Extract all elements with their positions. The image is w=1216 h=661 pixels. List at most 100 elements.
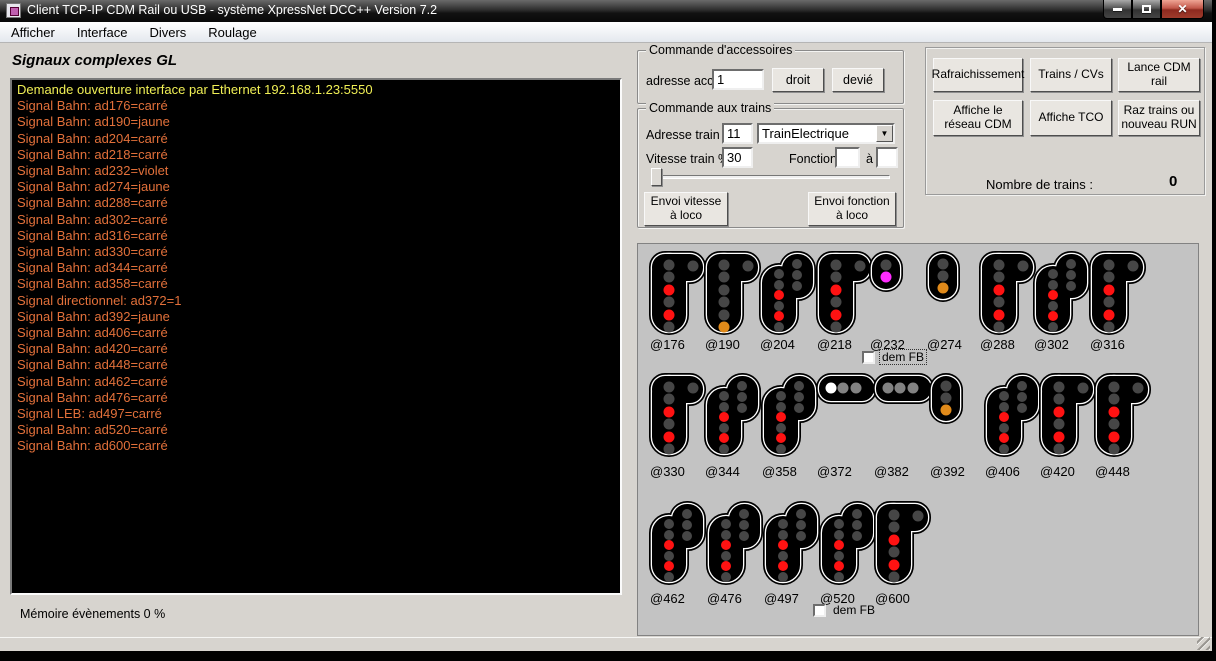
acc-diverge-button[interactable]: devié [832, 68, 884, 92]
console-line: Demande ouverture interface par Ethernet… [17, 82, 615, 98]
status-bar [0, 637, 1212, 651]
console-line: Signal Bahn: ad448=carré [17, 357, 615, 373]
signal-476[interactable] [706, 501, 764, 590]
signal-address-label: @274 [927, 337, 962, 352]
menu-item-roulage[interactable]: Roulage [197, 23, 267, 42]
signal-address-label: @406 [985, 464, 1020, 479]
speed-slider-thumb[interactable] [651, 168, 662, 186]
action-button-affiche-tco[interactable]: Affiche TCO [1030, 100, 1112, 136]
signal-600[interactable] [874, 501, 932, 590]
maximize-button[interactable] [1132, 0, 1161, 19]
signal-address-label: @420 [1040, 464, 1075, 479]
minimize-icon [1113, 8, 1122, 11]
signal-274[interactable] [926, 251, 962, 308]
train-speed-label: Vitesse train % [646, 152, 729, 166]
signal-520[interactable] [819, 501, 877, 590]
action-button-affiche-le-r-seau-cdm[interactable]: Affiche le réseau CDM [933, 100, 1023, 136]
signal-330[interactable] [649, 373, 707, 462]
signal-address-label: @288 [980, 337, 1015, 352]
console-line: Signal Bahn: ad406=carré [17, 325, 615, 341]
console-line: Signal Bahn: ad600=carré [17, 438, 615, 454]
signal-address-label: @600 [875, 591, 910, 606]
train-address-input[interactable] [722, 123, 753, 144]
signal-316[interactable] [1089, 251, 1147, 340]
signal-204[interactable] [759, 251, 817, 340]
signal-358[interactable] [761, 373, 819, 462]
signal-372[interactable] [816, 373, 878, 410]
accessories-group: Commande d'accessoires adresse acc droit… [637, 50, 904, 104]
chevron-down-icon[interactable]: ▼ [876, 125, 893, 142]
signal-address-label: @372 [817, 464, 852, 479]
menu-item-divers[interactable]: Divers [138, 23, 197, 42]
acc-address-input[interactable] [712, 69, 764, 90]
dem-fb-label[interactable]: dem FB [880, 350, 926, 364]
action-button-raz-trains-ou-nouveau-run[interactable]: Raz trains ou nouveau RUN [1118, 100, 1200, 136]
signal-420[interactable] [1039, 373, 1097, 462]
dem-fb-checkbox[interactable] [813, 604, 826, 617]
accessories-group-title: Commande d'accessoires [646, 43, 795, 57]
page-title: Signaux complexes GL [12, 52, 177, 69]
signal-190[interactable] [704, 251, 762, 340]
console-line: Signal Bahn: ad344=carré [17, 260, 615, 276]
console-line: Signal LEB: ad497=carré [17, 406, 615, 422]
signal-address-label: @344 [705, 464, 740, 479]
action-button-lance-cdm-rail[interactable]: Lance CDM rail [1118, 58, 1200, 92]
dem-fb-checkbox-row: dem FB [862, 350, 926, 364]
signal-382[interactable] [873, 373, 935, 410]
signal-address-label: @462 [650, 591, 685, 606]
function-to-input[interactable] [876, 147, 898, 168]
train-address-label: Adresse train : [646, 128, 727, 142]
function-to-label: à [866, 152, 873, 166]
close-button[interactable]: ✕ [1161, 0, 1204, 19]
signal-address-label: @476 [707, 591, 742, 606]
signal-406[interactable] [984, 373, 1042, 462]
send-function-button[interactable]: Envoi fonction à loco [808, 192, 896, 226]
send-speed-button[interactable]: Envoi vitesse à loco [644, 192, 728, 226]
dem-fb-label[interactable]: dem FB [831, 603, 877, 617]
signal-462[interactable] [649, 501, 707, 590]
console-line: Signal Bahn: ad190=jaune [17, 114, 615, 130]
signal-232[interactable] [869, 251, 905, 298]
acc-straight-button[interactable]: droit [772, 68, 824, 92]
console-line: Signal Bahn: ad520=carré [17, 422, 615, 438]
resize-grip-icon[interactable] [1197, 637, 1210, 650]
speed-slider-track[interactable] [653, 175, 890, 179]
signal-address-label: @392 [930, 464, 965, 479]
function-from-input[interactable] [835, 147, 860, 168]
signal-address-label: @302 [1034, 337, 1069, 352]
console-line: Signal Bahn: ad476=carré [17, 390, 615, 406]
caption-buttons: ✕ [1103, 0, 1204, 19]
action-button-trains-cvs[interactable]: Trains / CVs [1030, 58, 1112, 92]
event-console[interactable]: Demande ouverture interface par Ethernet… [10, 78, 622, 595]
console-line: Signal Bahn: ad218=carré [17, 147, 615, 163]
menu-bar: AfficherInterfaceDiversRoulage [0, 22, 1212, 43]
dem-fb-checkbox[interactable] [862, 351, 875, 364]
function-label: Fonction: [789, 152, 840, 166]
console-line: Signal Bahn: ad420=carré [17, 341, 615, 357]
signal-address-label: @316 [1090, 337, 1125, 352]
app-icon [6, 3, 21, 18]
signal-448[interactable] [1094, 373, 1152, 462]
minimize-button[interactable] [1103, 0, 1132, 19]
signal-address-label: @358 [762, 464, 797, 479]
menu-item-interface[interactable]: Interface [66, 23, 139, 42]
title-bar: Client TCP-IP CDM Rail ou USB - système … [0, 0, 1212, 22]
signal-497[interactable] [763, 501, 821, 590]
signal-344[interactable] [704, 373, 762, 462]
console-line: Signal directionnel: ad372=1 [17, 293, 615, 309]
train-type-select[interactable]: TrainElectrique ▼ [757, 123, 895, 144]
signal-392[interactable] [929, 373, 965, 430]
train-speed-input[interactable] [722, 147, 753, 168]
signal-address-label: @497 [764, 591, 799, 606]
action-button-rafraichissement[interactable]: Rafraichissement [933, 58, 1023, 92]
menu-item-afficher[interactable]: Afficher [0, 23, 66, 42]
maximize-icon [1142, 5, 1151, 13]
signal-address-label: @218 [817, 337, 852, 352]
memory-events-label: Mémoire évènements 0 % [20, 607, 165, 621]
signal-218[interactable] [816, 251, 874, 340]
signal-176[interactable] [649, 251, 707, 340]
dem-fb-checkbox-row: dem FB [813, 603, 877, 617]
signal-address-label: @190 [705, 337, 740, 352]
signal-302[interactable] [1033, 251, 1091, 340]
signal-288[interactable] [979, 251, 1037, 340]
